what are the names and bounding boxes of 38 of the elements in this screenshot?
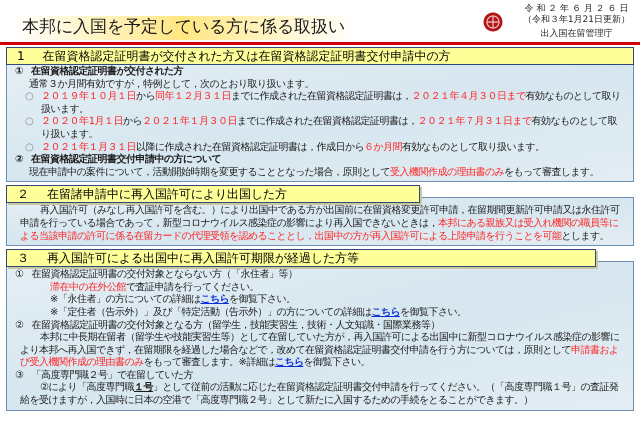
subheading: 在留資格認定証明書の交付対象とならない方（「永住者」等） <box>31 269 298 282</box>
list-marker: ○ <box>25 91 34 104</box>
bullet-text: ２０２０年1月１日から ２０２１年１月３０日 までに作成された在留資格認定証明書は，２０２１年７月３１日まで有効なものとして取り扱います。 <box>41 116 618 142</box>
list-marker: ② <box>15 320 24 332</box>
agency-text: 出入国在留管理庁 <box>540 29 612 40</box>
section-number: ２ <box>17 186 29 204</box>
note-text: ※「永住者」の方についての詳細はこちらを御覧下さい。 <box>49 294 296 306</box>
section-number: 1 <box>17 48 25 65</box>
section-number: ３ <box>17 250 29 268</box>
page-title: 本邦に入国を予定している方に係る取扱い <box>22 16 345 38</box>
paragraph: 通常３か月間有効ですが，特例として，次のとおり取り扱います。 <box>28 78 315 90</box>
note-text: 滞在中の在外公館で査証申請を行ってください。 <box>49 282 260 294</box>
list-marker: ② <box>15 154 23 167</box>
paragraph: ②により「高度専門職１号」として従前の活動に応じた在留資格認定証明書交付申請を行ってください。（「高度専門職１号」の査証発給を受けますが，入国時に日本の空港で「高度専門職２号」として新たに入国するための手続をとることができます。） <box>19 382 620 408</box>
list-marker: ① <box>15 269 24 282</box>
list-marker: ③ <box>15 370 24 382</box>
paragraph: 現在申請中の案件について，活動開始時期を変更することとなった場合，原則として受入機関作成の理由書のみをもって審査します。 <box>28 166 600 180</box>
link[interactable]: こちら <box>371 306 400 318</box>
updated-text: （令和３年1月21日更新） <box>522 15 630 26</box>
section-title: 在留諸申請中に再入国許可により出国した方 <box>47 186 287 204</box>
note-text: ※「定住者（告示外）」及び「特定活動（告示外）」の方についての詳細はこちらを御覧下さい。 <box>49 306 468 320</box>
bullet-text: ２０１９年１０月１日から同年１２月３１日 までに作成された在留資格認定証明書は，２０２１年４月３０日まで有効なものとして取り扱います。 <box>41 91 622 116</box>
section-title: 再入国許可による出国中に再入国許可期限が経過した方等 <box>47 250 359 268</box>
subheading: 在留資格認定証明書が交付された方 <box>30 66 183 78</box>
list-marker: ① <box>15 66 23 79</box>
link[interactable]: こちら <box>274 357 304 368</box>
link[interactable]: こちら <box>200 294 229 306</box>
subheading: 在留資格認定証明書の交付対象となる方（留学生，技能実習生，技術・人文知識・国際業務等） <box>31 320 440 332</box>
bullet-text: ２０２１年１月３１日以降に作成された在留資格認定証明書は，作成日から ６か月間有効なものとして取り扱います。 <box>41 142 545 153</box>
subheading: 「高度専門職２号」で在留していた方 <box>31 370 193 382</box>
paragraph: 再入国許可（みなし再入国許可を含む。）により出国中である方が出国前に在留資格変更許可申請，在留期間更新許可申請又は永住許可申請を行っている場合であって，新型コロナウイルス感染症の影響により再入国できないときは，本邦にある親族又は受入れ機関の職員等による当該申請の許可に係る在留カードの代理受領を認めることとし，出国中の方が再入国許可による上陸申請を行うことを可能とします。 <box>19 205 621 244</box>
subheading: 在留資格認定証明書交付申請中の方について <box>30 154 221 166</box>
list-marker: ○ <box>25 116 34 130</box>
emblem-icon <box>482 12 503 32</box>
date-text: 令 和 ２ 年 ６ 月 ２ ６ 日 <box>524 4 628 14</box>
paragraph: 本邦に中長期在留者（留学生や技能実習生等）として在留していた方が，再入国許可による出国中に新型コロナウイルス感染症の影響により本邦へ再入国できず，在留期限を経過した場合などで，改めて在留資格認定証明書交付申請を行う方については，原則として申請書および受入機関作成の理由書のみをもって審査します。※詳細はこちらを御覧下さい。 <box>19 332 620 370</box>
section-title: 在留資格認定証明書が交付された方又は在留資格認定証明書交付申請中の方 <box>42 48 451 65</box>
list-marker: ○ <box>25 142 34 154</box>
